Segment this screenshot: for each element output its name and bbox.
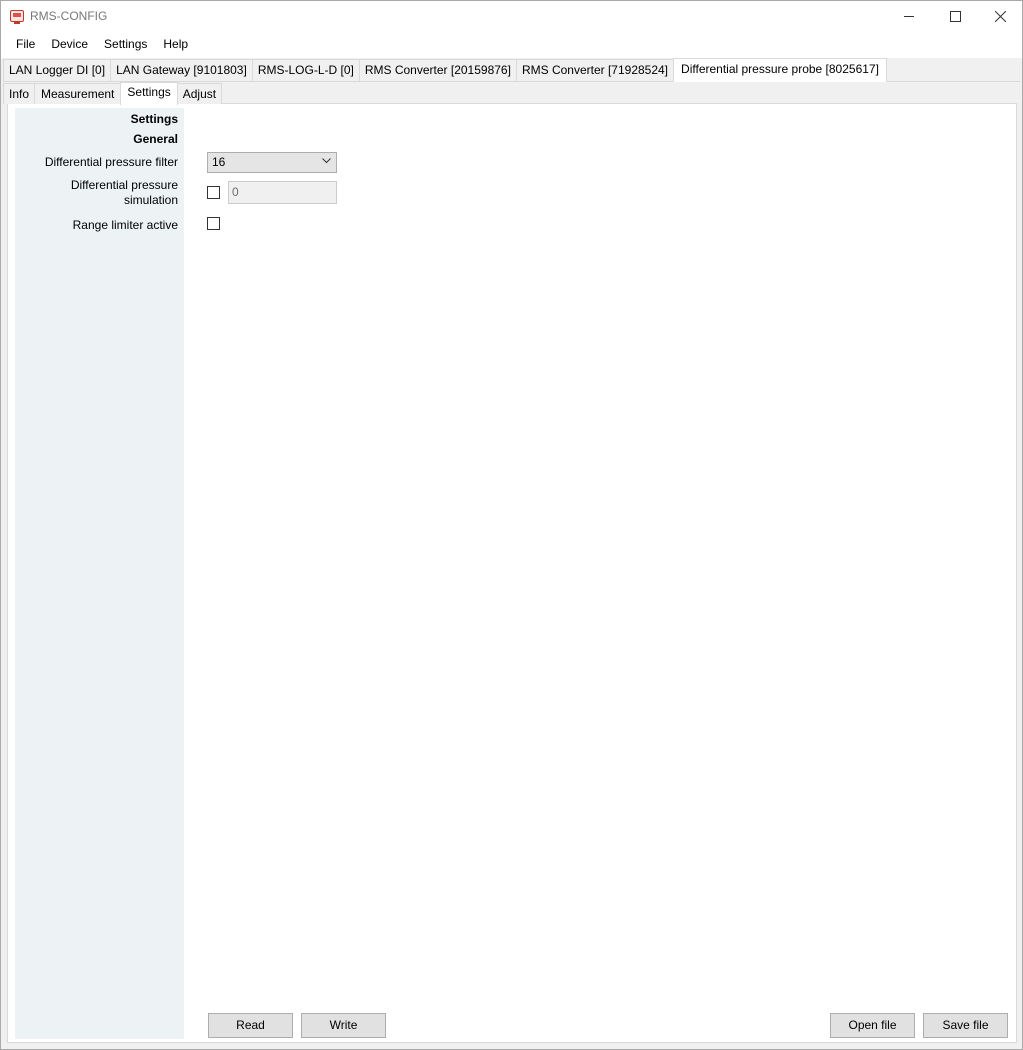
tab-info[interactable]: Info [3,83,36,104]
range-limiter-checkbox[interactable] [207,217,220,230]
chevron-down-icon [322,158,331,164]
window-title: RMS-CONFIG [30,9,108,23]
tab-settings[interactable]: Settings [120,82,178,105]
tab-lan-gateway[interactable]: LAN Gateway [9101803] [110,59,253,81]
filter-select-value: 16 [212,155,226,169]
sub-tab-strip: Info Measurement Settings Adjust [3,82,223,105]
simulation-checkbox[interactable] [207,186,220,199]
title-bar: RMS-CONFIG [1,1,1022,31]
app-window: RMS-CONFIG File Device Settings Help LAN… [0,0,1023,1050]
menu-settings[interactable]: Settings [96,31,155,58]
tab-differential-pressure-probe[interactable]: Differential pressure probe [8025617] [673,58,887,82]
tab-rms-converter-2[interactable]: RMS Converter [71928524] [515,59,675,81]
tab-rms-log-l-d[interactable]: RMS-LOG-L-D [0] [251,59,360,81]
tab-lan-logger-di[interactable]: LAN Logger DI [0] [3,59,112,81]
menu-help[interactable]: Help [155,31,196,58]
read-button[interactable]: Read [208,1013,293,1038]
tab-adjust[interactable]: Adjust [176,83,223,104]
filter-label: Differential pressure filter [44,155,178,169]
range-limiter-label: Range limiter active [72,218,178,232]
tab-measurement[interactable]: Measurement [34,83,122,104]
minimize-icon[interactable] [886,1,932,31]
label-column [15,108,184,1039]
write-button[interactable]: Write [301,1013,386,1038]
app-logo-icon [10,10,24,24]
simulation-label-line2: simulation [123,193,178,207]
simulation-label-line1: Differential pressure [70,178,178,192]
menu-file[interactable]: File [8,31,43,58]
filter-select[interactable]: 16 [207,152,337,173]
simulation-value-field[interactable]: 0 [228,181,337,204]
section-title: Settings [130,112,178,126]
maximize-icon[interactable] [932,1,978,31]
menu-bar: File Device Settings Help [1,31,1022,58]
save-file-button[interactable]: Save file [923,1013,1008,1038]
menu-device[interactable]: Device [43,31,96,58]
tab-rms-converter-1[interactable]: RMS Converter [20159876] [358,59,517,81]
device-tab-strip: LAN Logger DI [0] LAN Gateway [9101803] … [3,58,887,82]
close-icon[interactable] [977,1,1023,31]
group-title: General [133,132,178,146]
open-file-button[interactable]: Open file [830,1013,915,1038]
